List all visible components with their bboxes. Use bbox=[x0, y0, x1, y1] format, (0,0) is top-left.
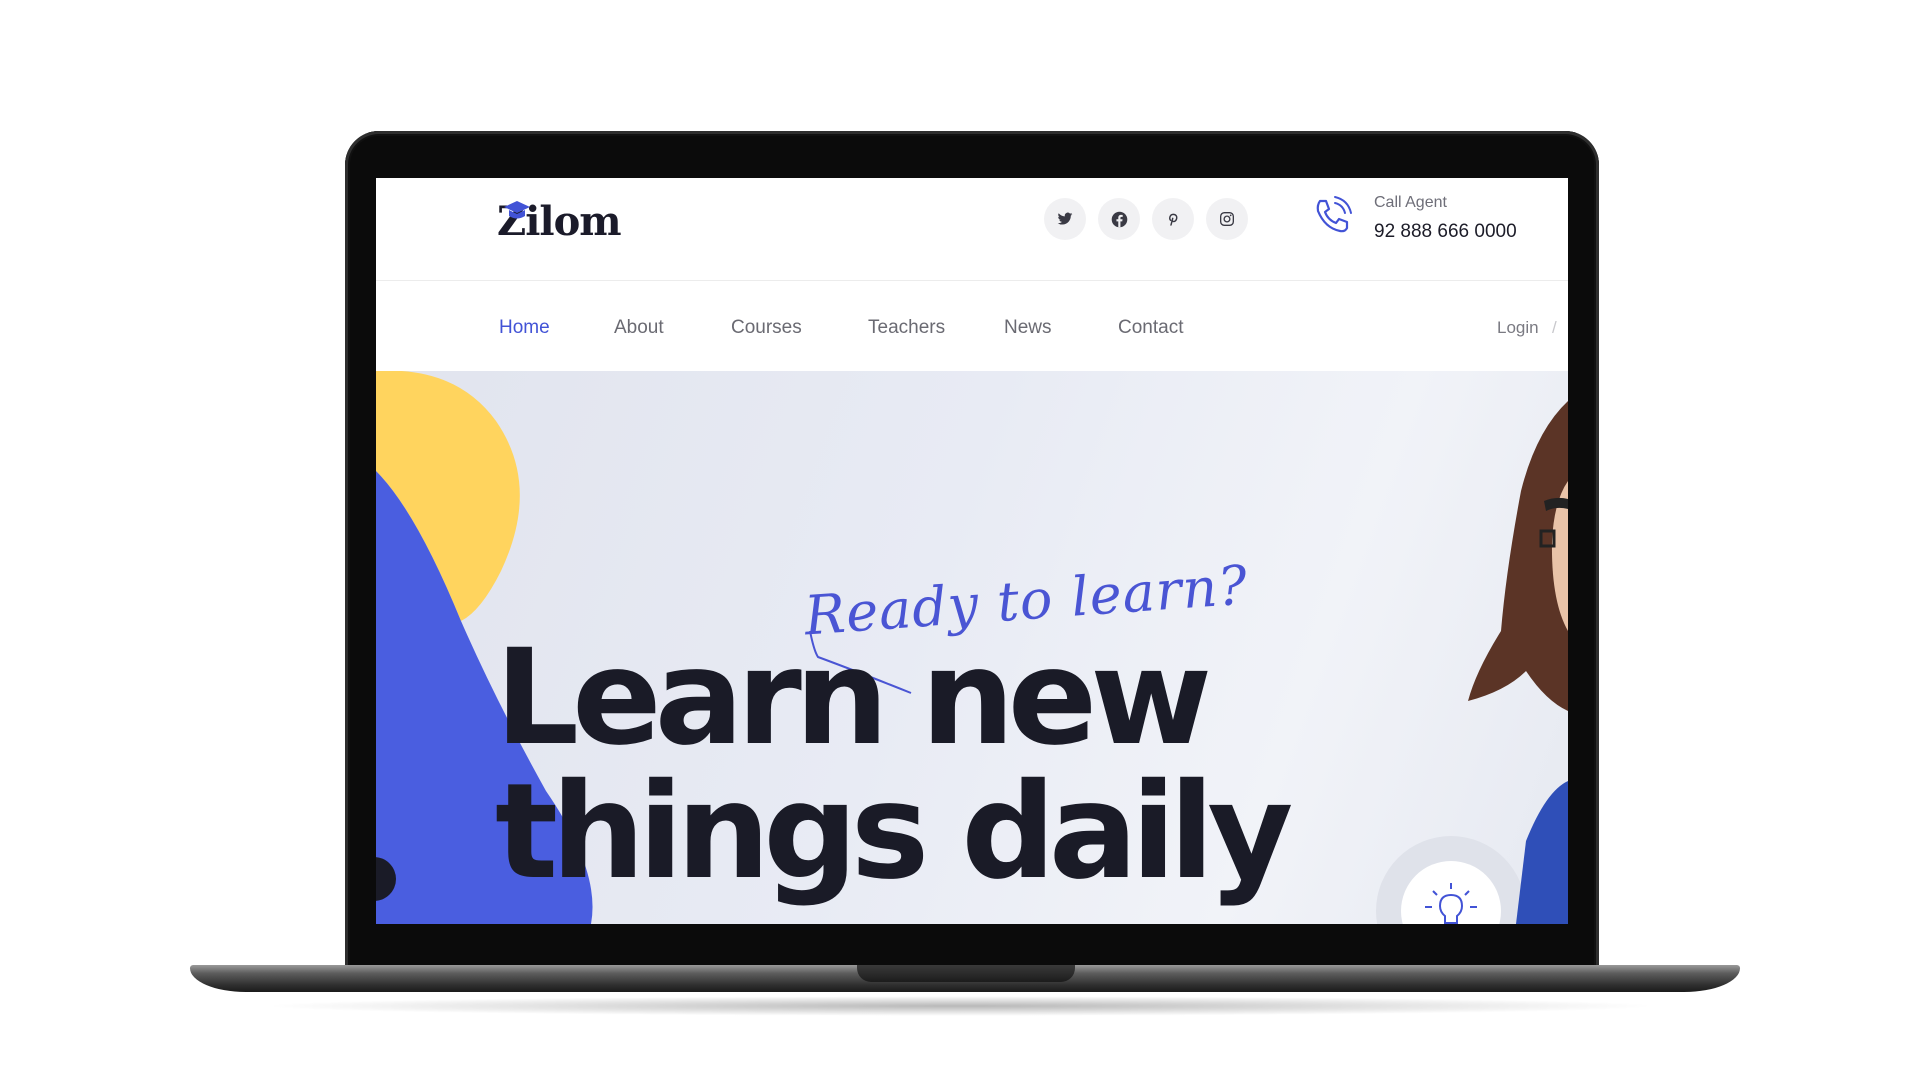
login-link[interactable]: Login bbox=[1497, 318, 1539, 338]
laptop-shadow bbox=[260, 996, 1660, 1016]
nav-courses[interactable]: Courses bbox=[731, 317, 802, 339]
hero-section: Ready to learn? Learn new things daily bbox=[376, 371, 1568, 924]
social-links bbox=[1044, 198, 1248, 240]
nav-teachers[interactable]: Teachers bbox=[868, 317, 945, 339]
facebook-icon bbox=[1111, 211, 1127, 227]
twitter-button[interactable] bbox=[1044, 198, 1086, 240]
hero-headline: Learn new things daily bbox=[495, 621, 1293, 909]
instagram-button[interactable] bbox=[1206, 198, 1248, 240]
instagram-icon bbox=[1220, 212, 1234, 226]
laptop-notch bbox=[857, 965, 1075, 982]
nav-about[interactable]: About bbox=[614, 317, 664, 339]
nav-news[interactable]: News bbox=[1004, 317, 1052, 339]
call-agent-phone[interactable]: 92 888 666 0000 bbox=[1374, 221, 1517, 243]
graduation-cap-icon bbox=[504, 201, 530, 219]
pinterest-button[interactable] bbox=[1152, 198, 1194, 240]
hero-headline-line1: Learn new bbox=[495, 621, 1212, 775]
nav-home[interactable]: Home bbox=[499, 317, 550, 339]
hero-headline-line2: things daily bbox=[495, 755, 1293, 909]
nav-contact[interactable]: Contact bbox=[1118, 317, 1183, 339]
top-header: Zilom Call Agent 92 888 666 0000 bbox=[376, 178, 1568, 281]
call-agent-label: Call Agent bbox=[1374, 194, 1447, 211]
login-separator: / bbox=[1552, 318, 1557, 337]
phone-icon bbox=[1316, 196, 1352, 233]
website-screen: Zilom Call Agent 92 888 666 0000 Home Ab… bbox=[376, 178, 1568, 924]
facebook-button[interactable] bbox=[1098, 198, 1140, 240]
twitter-icon bbox=[1057, 212, 1073, 225]
pinterest-icon bbox=[1169, 213, 1178, 226]
main-navigation: Home About Courses Teachers News Contact… bbox=[376, 281, 1568, 371]
laptop-mockup: Zilom Call Agent 92 888 666 0000 Home Ab… bbox=[0, 0, 1920, 1080]
student-photo bbox=[1468, 401, 1568, 924]
